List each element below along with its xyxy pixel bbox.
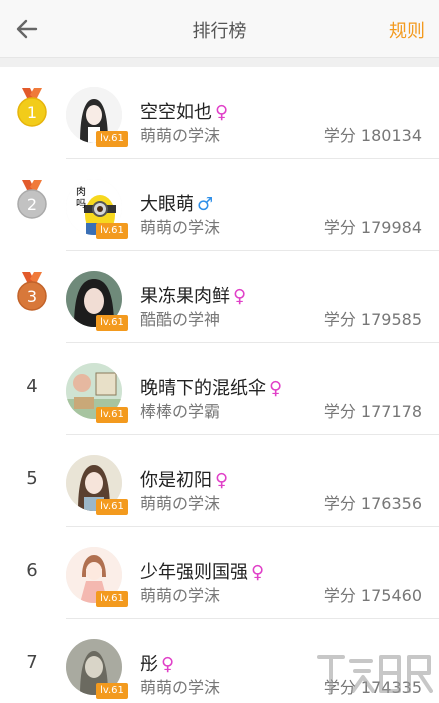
level-badge: lv.61 [96,315,128,331]
user-title: 酷酷の学神 [140,310,221,329]
female-icon: ♀ [233,286,247,307]
medal-rank: 3 [27,287,37,306]
user-score: 学分 180134 [323,126,422,145]
leaderboard-row[interactable]: 6 lv.61 少年强则国强 ♀ 萌萌の学沫 学分 175460 [0,527,439,619]
rank-number: 5 [26,468,38,489]
user-name: 彤 ♀ [140,654,175,675]
user-title: 棒棒の学霸 [140,402,221,421]
user-title: 萌萌の学沫 [140,678,221,697]
gold-medal-icon: 1 [17,88,47,127]
rank-number: 6 [26,560,38,581]
user-name: 少年强则国强 ♀ [140,562,265,583]
user-name: 大眼萌 ♂ [140,194,214,215]
svg-text:肉: 肉 [76,185,86,198]
user-score: 学分 175460 [323,586,422,605]
user-name: 你是初阳 ♀ [140,470,229,491]
female-icon: ♀ [269,378,283,399]
male-icon: ♂ [197,194,214,215]
level-badge: lv.61 [96,499,128,515]
leaderboard-list: 1 lv.61 空空如也 ♀ 萌萌の学沫 学分 180134 2 肉 吗 lv.… [0,67,439,703]
level-badge: lv.61 [96,683,128,699]
medal-rank: 2 [27,195,37,214]
level-badge: lv.61 [96,131,128,147]
female-icon: ♀ [251,562,265,583]
user-score: 学分 179585 [323,310,422,329]
female-icon: ♀ [215,470,229,491]
user-title: 萌萌の学沫 [140,586,221,605]
rank-number: 7 [26,652,38,673]
silver-medal-icon: 2 [17,180,47,219]
user-name: 晚晴下的混纸伞 ♀ [140,378,283,399]
app-header: 排行榜 规则 [0,0,439,58]
user-score: 学分 176356 [323,494,422,513]
medal-rank: 1 [27,103,37,122]
level-badge: lv.61 [96,223,128,239]
level-badge: lv.61 [96,591,128,607]
user-title: 萌萌の学沫 [140,126,221,145]
leaderboard-row[interactable]: 4 lv.61 晚晴下的混纸伞 ♀ 棒棒の学霸 学分 177178 [0,343,439,435]
page-title: 排行榜 [192,21,247,42]
rank-number: 4 [26,376,38,397]
leaderboard-row[interactable]: 2 肉 吗 lv.61 大眼萌 ♂ 萌萌の学沫 学分 179984 [0,159,439,251]
header-spacer [0,58,439,67]
leaderboard-row[interactable]: 3 lv.61 果冻果肉鲜 ♀ 酷酷の学神 学分 179585 [0,251,439,343]
user-score: 学分 179984 [323,218,422,237]
user-name: 果冻果肉鲜 ♀ [140,286,247,307]
bronze-medal-icon: 3 [17,272,47,311]
site-watermark-logo [317,655,433,693]
female-icon: ♀ [161,654,175,675]
leaderboard-row[interactable]: 1 lv.61 空空如也 ♀ 萌萌の学沫 学分 180134 [0,67,439,159]
level-badge: lv.61 [96,407,128,423]
user-title: 萌萌の学沫 [140,494,221,513]
user-name: 空空如也 ♀ [140,102,229,123]
leaderboard-row[interactable]: 5 lv.61 你是初阳 ♀ 萌萌の学沫 学分 176356 [0,435,439,527]
user-score: 学分 177178 [323,402,422,421]
rules-button[interactable]: 规则 [389,17,425,43]
user-title: 萌萌の学沫 [140,218,221,237]
svg-text:吗: 吗 [76,198,86,210]
female-icon: ♀ [215,102,229,123]
